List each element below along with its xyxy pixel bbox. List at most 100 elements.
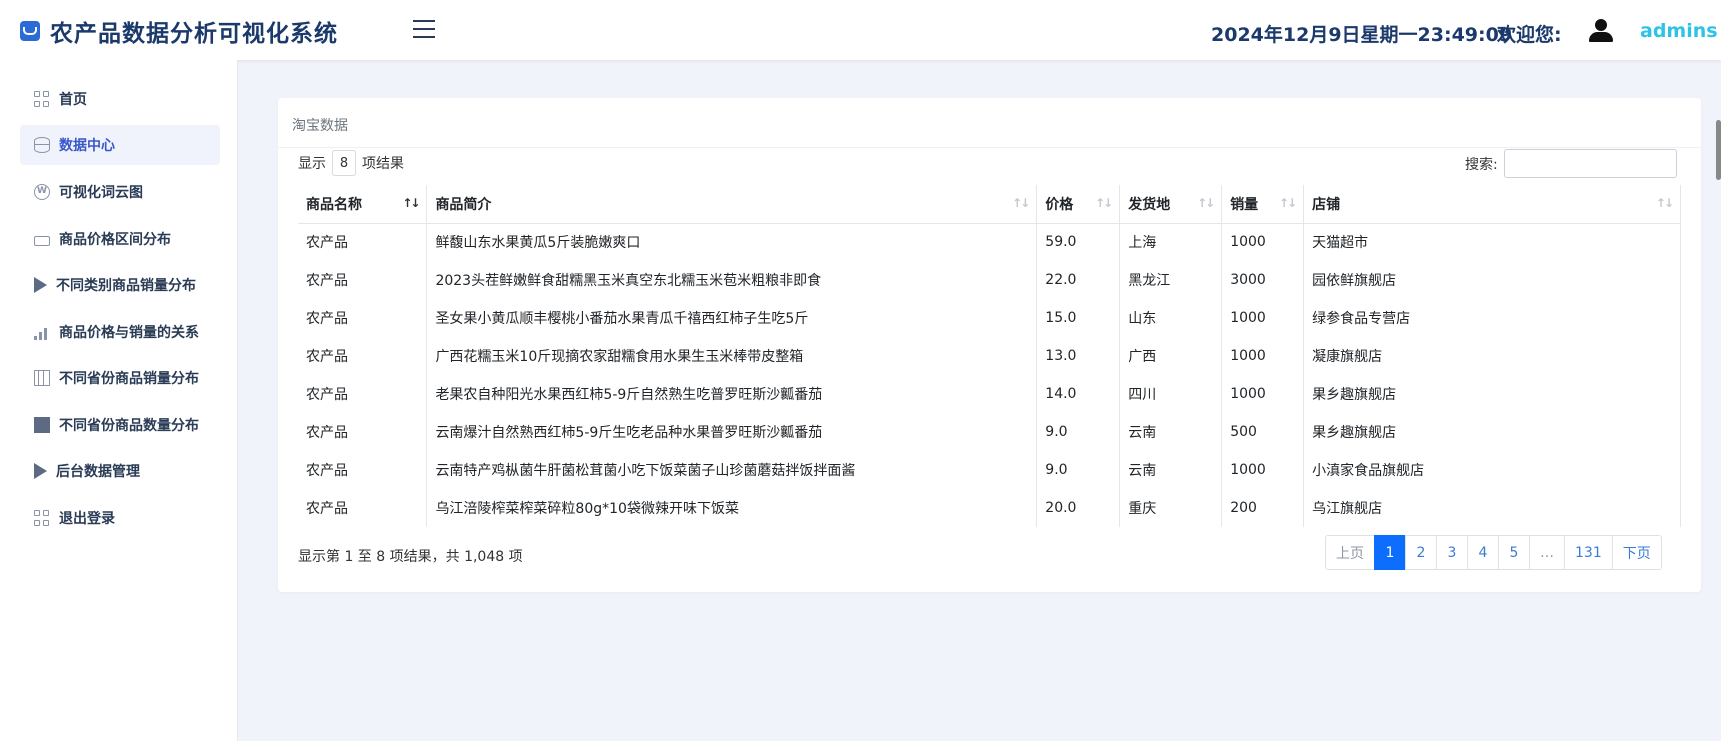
sidebar-item-label: 不同省份商品数量分布 [59, 418, 199, 434]
cell-shop: 果乡趣旗舰店 [1303, 375, 1681, 413]
database-icon [34, 137, 50, 153]
page-button-last[interactable]: 131 [1564, 535, 1613, 570]
sidebar-item-province-sales[interactable]: 不同省份商品销量分布 [20, 358, 220, 398]
cell-desc: 广西花糯玉米10斤现摘农家甜糯食用水果生玉米棒带皮整箱 [426, 337, 1038, 375]
cell-desc: 云南爆汁自然熟西红柿5-9斤生吃老品种水果普罗旺斯沙瓤番茄 [426, 413, 1038, 451]
cell-price: 15.0 [1036, 299, 1121, 337]
grid-icon [34, 91, 50, 107]
length-suffix: 项结果 [362, 156, 404, 172]
cell-name: 农产品 [298, 489, 428, 527]
cell-price: 22.0 [1036, 261, 1121, 299]
cell-name: 农产品 [298, 223, 428, 261]
username: admins [1640, 20, 1718, 42]
sort-icon: ↑↓ [1279, 196, 1297, 210]
table-row: 农产品 圣女果小黄瓜顺丰樱桃小番茄水果青瓜千禧西红柿子生吃5斤 15.0 山东 … [298, 299, 1681, 337]
cell-desc: 圣女果小黄瓜顺丰樱桃小番茄水果青瓜千禧西红柿子生吃5斤 [426, 299, 1038, 337]
sidebar-item-label: 首页 [59, 92, 87, 108]
welcome-text: 欢迎您: [1497, 24, 1562, 46]
search-label: 搜索: [1465, 156, 1498, 173]
sidebar-item-data-center[interactable]: 数据中心 [20, 125, 220, 165]
cell-shop: 乌江旗舰店 [1303, 489, 1681, 527]
page-button-5[interactable]: 5 [1498, 535, 1530, 570]
cell-shop: 园依鲜旗舰店 [1303, 261, 1681, 299]
play-icon [34, 277, 47, 293]
card-title: 淘宝数据 [292, 118, 348, 134]
cell-shop: 小滇家食品旗舰店 [1303, 451, 1681, 489]
page-prev-button[interactable]: 上页 [1325, 535, 1375, 570]
sidebar-item-label: 不同省份商品销量分布 [59, 371, 199, 387]
brand[interactable]: 农产品数据分析可视化系统 [20, 14, 338, 48]
user-menu[interactable]: admins [1640, 20, 1721, 42]
sidebar-item-logout[interactable]: 退出登录 [20, 498, 220, 538]
divider [278, 147, 1701, 148]
table-row: 农产品 乌江涪陵榨菜榨菜碎粒80g*10袋微辣开味下饭菜 20.0 重庆 200… [298, 489, 1681, 527]
table-row: 农产品 云南爆汁自然熟西红柿5-9斤生吃老品种水果普罗旺斯沙瓤番茄 9.0 云南… [298, 413, 1681, 451]
sidebar-item-home[interactable]: 首页 [20, 79, 220, 119]
cell-price: 13.0 [1036, 337, 1121, 375]
table-search: 搜索: [1465, 149, 1677, 178]
sidebar-item-price-range[interactable]: 商品价格区间分布 [20, 219, 220, 259]
app-title: 农产品数据分析可视化系统 [50, 21, 338, 47]
column-header-sales[interactable]: 销量 ↑↓ [1221, 185, 1305, 224]
sort-icon: ↑↓ [1012, 196, 1030, 210]
sort-asc-icon: ↑↓ [402, 196, 420, 210]
cell-sales: 1000 [1221, 299, 1305, 337]
cell-origin: 四川 [1119, 375, 1223, 413]
sidebar-item-category-sales[interactable]: 不同类别商品销量分布 [20, 265, 220, 305]
cell-sales: 200 [1221, 489, 1305, 527]
sidebar-item-label: 商品价格区间分布 [59, 232, 171, 248]
play-icon [34, 463, 47, 479]
grid-icon [34, 510, 50, 526]
page-length-control: 显示 8 项结果 [298, 150, 404, 176]
cell-desc: 老果农自种阳光水果西红柿5-9斤自然熟生吃普罗旺斯沙瓤番茄 [426, 375, 1038, 413]
column-header-shop[interactable]: 店铺 ↑↓ [1303, 185, 1681, 224]
data-table: 商品名称 ↑↓ 商品简介 ↑↓ 价格 ↑↓ 发货地 ↑↓ 销量 ↑↓ 店铺 ↑↓ 农产品 鲜… [298, 185, 1681, 527]
sidebar-item-province-count[interactable]: 不同省份商品数量分布 [20, 405, 220, 445]
cell-price: 9.0 [1036, 413, 1121, 451]
cell-name: 农产品 [298, 337, 428, 375]
cell-name: 农产品 [298, 375, 428, 413]
sort-icon: ↑↓ [1655, 196, 1674, 210]
column-header-price[interactable]: 价格 ↑↓ [1036, 185, 1121, 224]
table-row: 农产品 老果农自种阳光水果西红柿5-9斤自然熟生吃普罗旺斯沙瓤番茄 14.0 四… [298, 375, 1681, 413]
page-button-1[interactable]: 1 [1374, 535, 1406, 570]
page-next-button[interactable]: 下页 [1611, 535, 1662, 570]
cell-name: 农产品 [298, 299, 428, 337]
cell-sales: 1000 [1221, 375, 1305, 413]
map-filled-icon [34, 417, 50, 433]
column-header-origin[interactable]: 发货地 ↑↓ [1119, 185, 1223, 224]
table-row: 农产品 广西花糯玉米10斤现摘农家甜糯食用水果生玉米棒带皮整箱 13.0 广西 … [298, 337, 1681, 375]
table-row: 农产品 2023头茬鲜嫩鲜食甜糯黑玉米真空东北糯玉米苞米粗粮非即食 22.0 黑… [298, 261, 1681, 299]
page-length-select[interactable]: 8 [332, 150, 356, 176]
page-button-4[interactable]: 4 [1467, 535, 1499, 570]
bar-chart-icon [34, 324, 50, 340]
cell-price: 14.0 [1036, 375, 1121, 413]
sidebar-item-price-sales[interactable]: 商品价格与销量的关系 [20, 312, 220, 352]
user-avatar-icon[interactable] [1588, 19, 1614, 43]
sidebar-item-label: 商品价格与销量的关系 [59, 325, 199, 341]
cell-shop: 绿参食品专营店 [1303, 299, 1681, 337]
cell-shop: 果乡趣旗舰店 [1303, 413, 1681, 451]
menu-toggle-icon[interactable] [413, 20, 435, 38]
sort-icon: ↑↓ [1197, 196, 1215, 210]
page-button-2[interactable]: 2 [1405, 535, 1437, 570]
page-ellipsis: … [1529, 535, 1565, 570]
page-scrollbar[interactable] [1716, 120, 1721, 180]
sidebar-item-admin[interactable]: 后台数据管理 [20, 451, 220, 491]
datetime-display: 2024年12月9日星期一23:49:09 [1211, 24, 1513, 46]
table-info: 显示第 1 至 8 项结果，共 1,048 项 [298, 549, 523, 565]
sidebar-item-label: 不同类别商品销量分布 [56, 278, 196, 294]
cell-name: 农产品 [298, 451, 428, 489]
search-input[interactable] [1503, 149, 1677, 178]
sidebar-item-label: 可视化词云图 [59, 185, 143, 201]
cell-sales: 1000 [1221, 337, 1305, 375]
sidebar-item-wordcloud[interactable]: W 可视化词云图 [20, 172, 220, 212]
cell-name: 农产品 [298, 413, 428, 451]
cell-origin: 黑龙江 [1119, 261, 1223, 299]
column-header-name[interactable]: 商品名称 ↑↓ [298, 185, 428, 224]
cell-price: 59.0 [1036, 223, 1121, 261]
page-button-3[interactable]: 3 [1436, 535, 1468, 570]
cell-desc: 乌江涪陵榨菜榨菜碎粒80g*10袋微辣开味下饭菜 [426, 489, 1038, 527]
sidebar: 首页 数据中心 W 可视化词云图 商品价格区间分布 不同类别商品销量分布 商品价… [0, 60, 238, 741]
column-header-desc[interactable]: 商品简介 ↑↓ [426, 185, 1038, 224]
